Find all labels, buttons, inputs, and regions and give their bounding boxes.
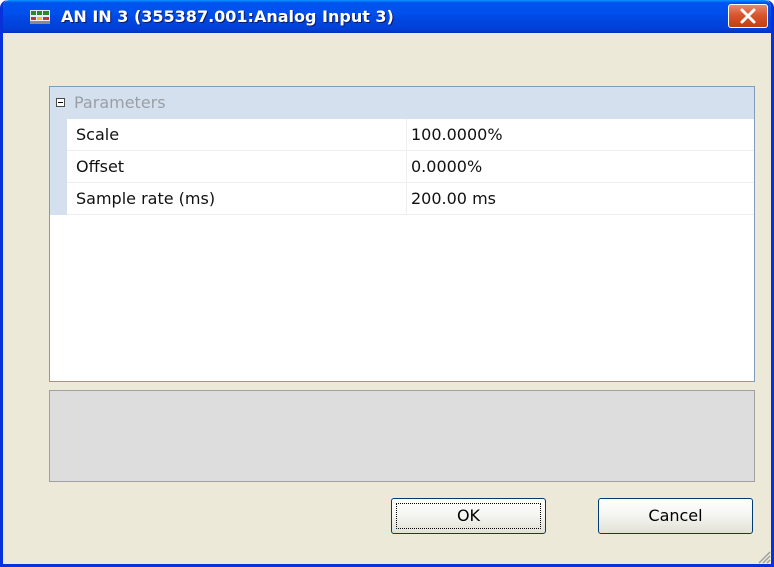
collapse-icon[interactable]: [56, 98, 65, 107]
window-title: AN IN 3 (355387.001:Analog Input 3): [61, 7, 394, 26]
column-divider: [406, 183, 407, 214]
close-button[interactable]: [728, 4, 768, 28]
property-value[interactable]: 100.0000%: [411, 125, 503, 145]
property-row-sample-rate[interactable]: Sample rate (ms) 200.00 ms: [67, 183, 754, 215]
column-divider: [406, 119, 407, 150]
property-value[interactable]: 200.00 ms: [411, 189, 496, 209]
title-bar[interactable]: AN IN 3 (355387.001:Analog Input 3): [3, 0, 771, 33]
property-name: Sample rate (ms): [76, 189, 216, 208]
property-row-offset[interactable]: Offset 0.0000%: [67, 151, 754, 183]
ok-button[interactable]: OK: [391, 498, 546, 534]
property-name: Scale: [76, 125, 120, 144]
property-row-scale[interactable]: Scale 100.0000%: [67, 119, 754, 151]
category-row-parameters[interactable]: Parameters: [50, 87, 754, 119]
description-panel: [49, 390, 755, 482]
dialog-window: AN IN 3 (355387.001:Analog Input 3) Para…: [0, 0, 774, 567]
close-icon: [740, 8, 756, 24]
property-grid[interactable]: Parameters Scale 100.0000% Offset 0.0000…: [49, 86, 755, 382]
column-divider: [406, 151, 407, 182]
grid-margin: [50, 119, 67, 215]
resize-grip-icon[interactable]: [755, 548, 771, 564]
focus-rectangle: [396, 503, 541, 529]
property-value[interactable]: 0.0000%: [411, 157, 482, 177]
cancel-button-label: Cancel: [648, 506, 703, 525]
cancel-button[interactable]: Cancel: [598, 498, 753, 534]
module-icon: [30, 9, 50, 24]
property-name: Offset: [76, 157, 125, 176]
category-label: Parameters: [74, 93, 166, 112]
